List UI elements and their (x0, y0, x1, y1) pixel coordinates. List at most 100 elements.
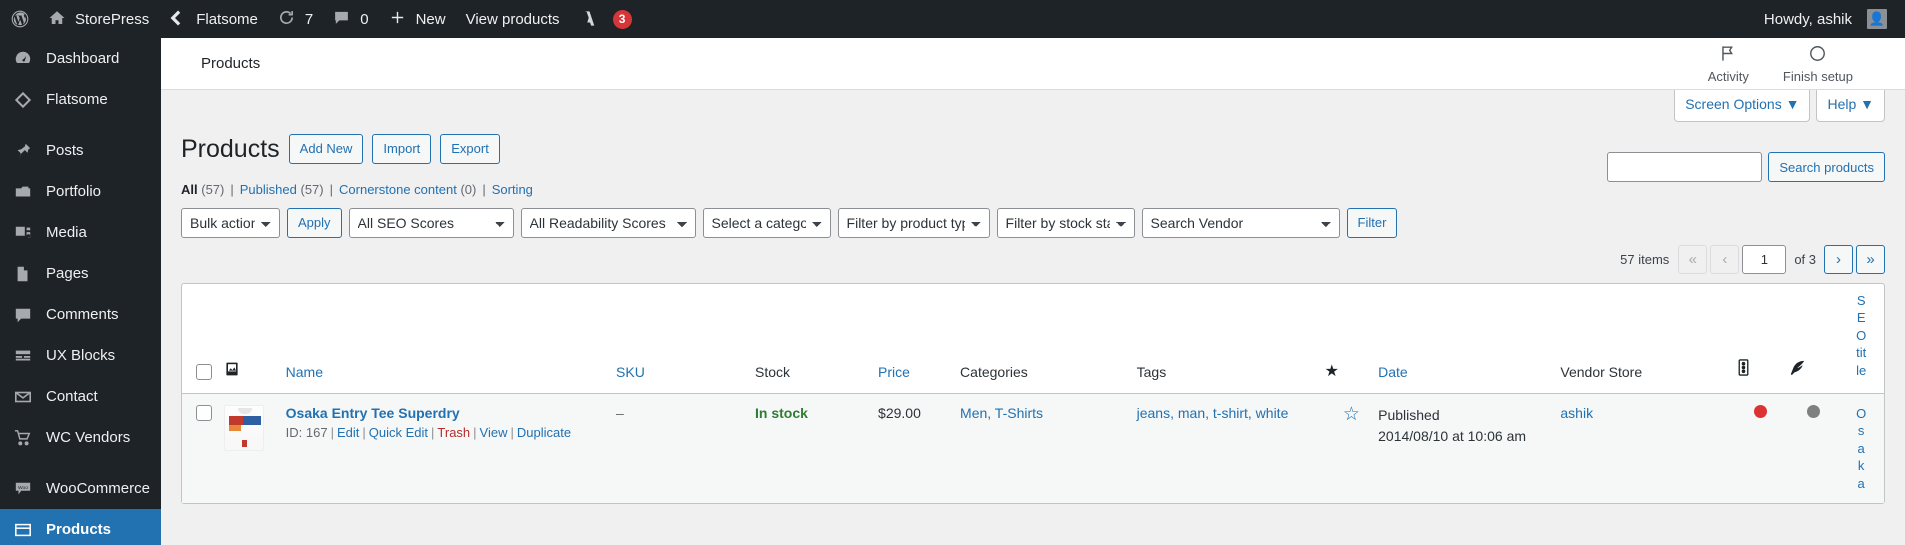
status-link-label[interactable]: Cornerstone content (339, 182, 457, 197)
stock-header-label: Stock (755, 363, 791, 380)
product-type-filter-select[interactable]: Filter by product type (837, 207, 990, 238)
add-new-button[interactable]: Add New (288, 133, 364, 164)
sidebar-item-pages[interactable]: Pages (0, 253, 161, 294)
finish-setup-button[interactable]: Finish setup (1783, 44, 1853, 84)
status-link-label[interactable]: Published (240, 182, 297, 197)
portfolio-icon (14, 182, 38, 202)
sort-by-date-link[interactable]: Date (1378, 364, 1408, 380)
product-title-link[interactable]: Osaka Entry Tee Superdry (286, 405, 460, 421)
sort-by-sku-link[interactable]: SKU (616, 364, 645, 380)
my-account-menu[interactable]: Howdy, ashik 👤 (1754, 0, 1897, 38)
sort-by-price-link[interactable]: Price (878, 364, 910, 380)
sidebar-item-media[interactable]: Media (0, 212, 161, 253)
sidebar-item-label: Products (46, 521, 112, 538)
product-thumbnail[interactable] (224, 404, 265, 451)
featured-star-toggle[interactable]: ☆ (1343, 404, 1360, 425)
column-header-tags: Tags (1136, 284, 1325, 394)
status-link-cornerstone[interactable]: Cornerstone content (0) (339, 182, 476, 197)
row-thumbnail-cell (224, 393, 286, 504)
chevron-down-icon: ▼ (1860, 96, 1874, 112)
flatsome-diamond-icon (14, 90, 38, 110)
apply-bulk-action-button[interactable]: Apply (287, 207, 342, 238)
category-filter-select[interactable]: Select a category (702, 207, 831, 238)
status-link-label[interactable]: All (181, 182, 198, 197)
tablenav-pagination-row: 57 items « ‹ of 3 › » (181, 243, 1885, 277)
sort-by-name-link[interactable]: Name (286, 364, 323, 380)
column-header-price: Price (878, 284, 961, 394)
status-link-sorting[interactable]: Sorting (492, 182, 533, 197)
sidebar-item-contact[interactable]: Contact (0, 376, 161, 417)
screen-options-button[interactable]: Screen Options ▼ (1674, 90, 1811, 122)
sidebar-item-flatsome[interactable]: Flatsome (0, 79, 161, 120)
sidebar-item-posts[interactable]: Posts (0, 130, 161, 171)
row-select-checkbox[interactable] (196, 404, 212, 421)
sidebar-item-products[interactable]: Products (0, 509, 161, 545)
filter-button[interactable]: Filter (1346, 207, 1398, 238)
readability-score-dot[interactable] (1806, 404, 1820, 418)
last-page-button[interactable]: » (1856, 244, 1885, 274)
comments-menu[interactable]: 0 (323, 0, 378, 38)
page-title: Products (181, 135, 280, 163)
row-seo-title-cell: Osaka (1838, 393, 1884, 504)
activity-panel-button[interactable]: Activity (1708, 44, 1749, 84)
row-featured-cell: ☆ (1324, 393, 1379, 504)
export-button[interactable]: Export (440, 133, 500, 164)
column-header-name: Name (285, 284, 617, 394)
updates-menu[interactable]: 7 (268, 0, 323, 38)
column-header-categories: Categories (960, 284, 1137, 394)
wordpress-logo-icon (10, 9, 30, 29)
import-button[interactable]: Import (372, 133, 432, 164)
sidebar-item-label: Comments (46, 306, 119, 323)
sidebar-item-label: Posts (46, 142, 84, 159)
seo-score-icon (1734, 358, 1753, 380)
help-button[interactable]: Help ▼ (1816, 90, 1885, 122)
readability-score-filter-select[interactable]: All Readability Scores (520, 207, 696, 238)
trash-link[interactable]: Trash (437, 425, 470, 440)
pagination: 57 items « ‹ of 3 › » (1620, 244, 1885, 274)
stock-status-filter-select[interactable]: Filter by stock status (996, 207, 1135, 238)
sidebar-item-dashboard[interactable]: Dashboard (0, 38, 161, 79)
view-products-link[interactable]: View products (456, 0, 570, 38)
row-actions: ID: 167 | Edit | Quick Edit | Trash | View | Dupli… (285, 424, 572, 440)
view-link[interactable]: View (480, 425, 508, 440)
status-link-all[interactable]: All (57) (181, 182, 224, 197)
home-icon (48, 9, 68, 29)
duplicate-link[interactable]: Duplicate (517, 425, 571, 440)
sidebar-item-comments[interactable]: Comments (0, 294, 161, 335)
search-products-button[interactable]: Search products (1768, 152, 1885, 182)
comment-bubble-icon (333, 9, 353, 29)
status-link-published[interactable]: Published (57) (240, 182, 324, 197)
vendor-store-link[interactable]: ashik (1560, 405, 1593, 421)
admin-sidebar-menu: Dashboard Flatsome Posts Portfolio Media… (0, 38, 161, 545)
sidebar-item-wc-vendors[interactable]: WC Vendors (0, 417, 161, 458)
vendor-filter-select[interactable]: Search Vendor (1141, 207, 1340, 238)
product-id-label: ID: 167 (285, 424, 328, 440)
new-content-menu[interactable]: New (379, 0, 456, 38)
sidebar-item-ux-blocks[interactable]: UX Blocks (0, 335, 161, 376)
wordpress-logo-menu[interactable] (0, 0, 38, 38)
next-page-button[interactable]: › (1824, 244, 1853, 274)
edit-link[interactable]: Edit (337, 425, 359, 440)
site-name-label: StorePress (75, 10, 150, 28)
row-seo-score-cell (1733, 393, 1789, 504)
theme-menu[interactable]: Flatsome (159, 0, 268, 38)
categories-links[interactable]: Men, T-Shirts (960, 405, 1043, 421)
pages-icon (14, 264, 38, 284)
seo-score-dot[interactable] (1754, 404, 1768, 418)
select-all-checkbox[interactable] (196, 363, 212, 380)
current-page-input[interactable] (1742, 244, 1787, 274)
column-header-date: Date (1378, 284, 1561, 394)
status-link-label[interactable]: Sorting (492, 182, 533, 197)
status-separator: | (230, 181, 234, 197)
search-input[interactable] (1607, 152, 1763, 182)
first-page-button: « (1678, 244, 1708, 274)
bulk-actions-select[interactable]: Bulk actions (181, 207, 280, 238)
tags-links[interactable]: jeans, man, t-shirt, white (1137, 405, 1289, 421)
sidebar-item-woocommerce[interactable]: Woo WooCommerce (0, 468, 161, 509)
sidebar-item-portfolio[interactable]: Portfolio (0, 171, 161, 212)
quick-edit-link[interactable]: Quick Edit (369, 425, 428, 440)
seo-score-filter-select[interactable]: All SEO Scores (348, 207, 514, 238)
yoast-seo-menu[interactable]: 3 (570, 0, 642, 38)
site-name-menu[interactable]: StorePress (38, 0, 159, 38)
status-separator: | (329, 181, 334, 197)
